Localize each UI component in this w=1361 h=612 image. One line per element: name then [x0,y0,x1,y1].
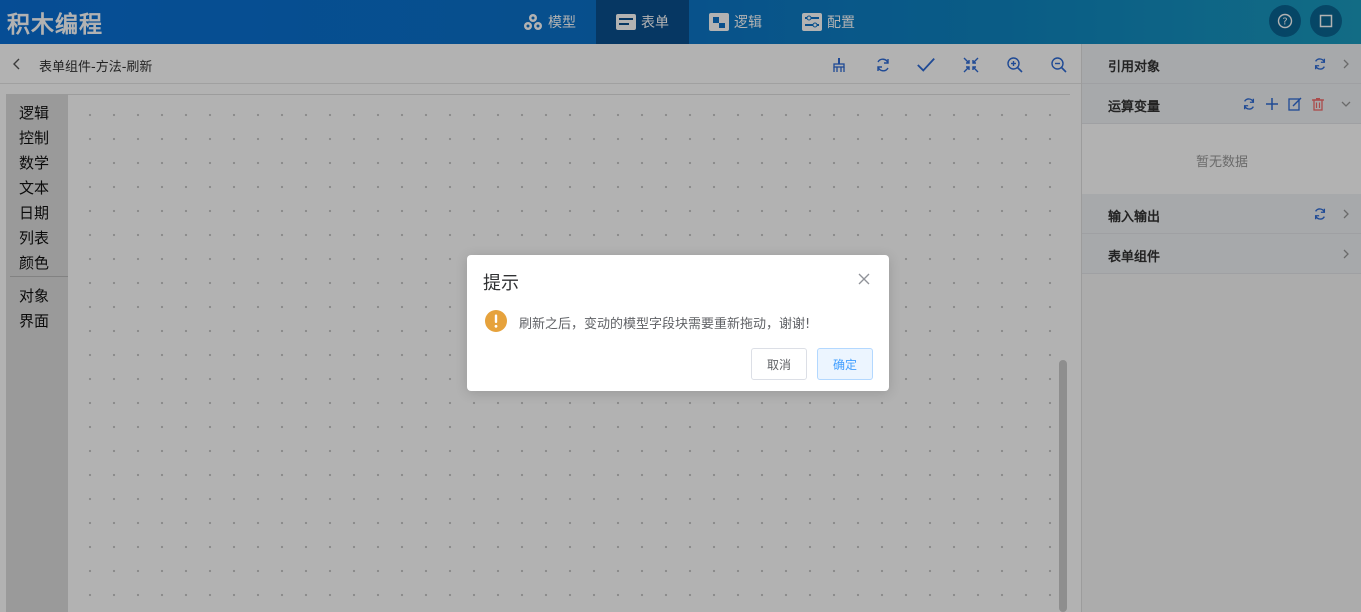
dialog-title: 提示 [483,273,519,294]
close-icon [858,273,870,285]
warning-icon [485,310,507,332]
cancel-button[interactable]: 取消 [751,348,807,380]
dialog-message: 刷新之后，变动的模型字段块需要重新拖动，谢谢! [519,317,811,332]
confirm-dialog: 提示 刷新之后，变动的模型字段块需要重新拖动，谢谢! 取消 确定 [467,255,889,391]
close-button[interactable] [856,271,872,287]
confirm-button[interactable]: 确定 [817,348,873,380]
